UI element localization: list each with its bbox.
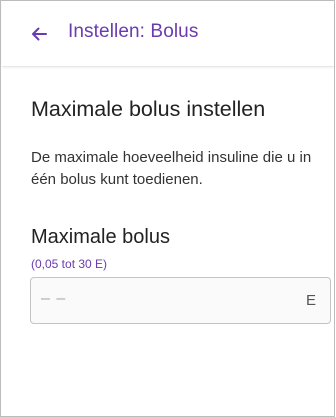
screen-frame: Instellen: Bolus Maximale bolus instelle…	[0, 0, 335, 417]
max-bolus-unit: E	[305, 292, 316, 309]
arrow-left-icon	[32, 27, 47, 41]
page-title: Instellen: Bolus	[68, 21, 199, 42]
app-bar: Instellen: Bolus	[2, 1, 334, 67]
max-bolus-label: Maximale bolus	[31, 226, 170, 248]
max-bolus-input[interactable]: – – E	[30, 277, 331, 324]
section-heading: Maximale bolus instellen	[31, 97, 266, 121]
section-description: De maximale hoeveelheid insuline die u i…	[31, 149, 312, 188]
max-bolus-range-hint: (0,05 tot 30 E)	[31, 257, 108, 271]
back-button[interactable]	[28, 23, 50, 45]
max-bolus-value: – –	[41, 290, 67, 307]
